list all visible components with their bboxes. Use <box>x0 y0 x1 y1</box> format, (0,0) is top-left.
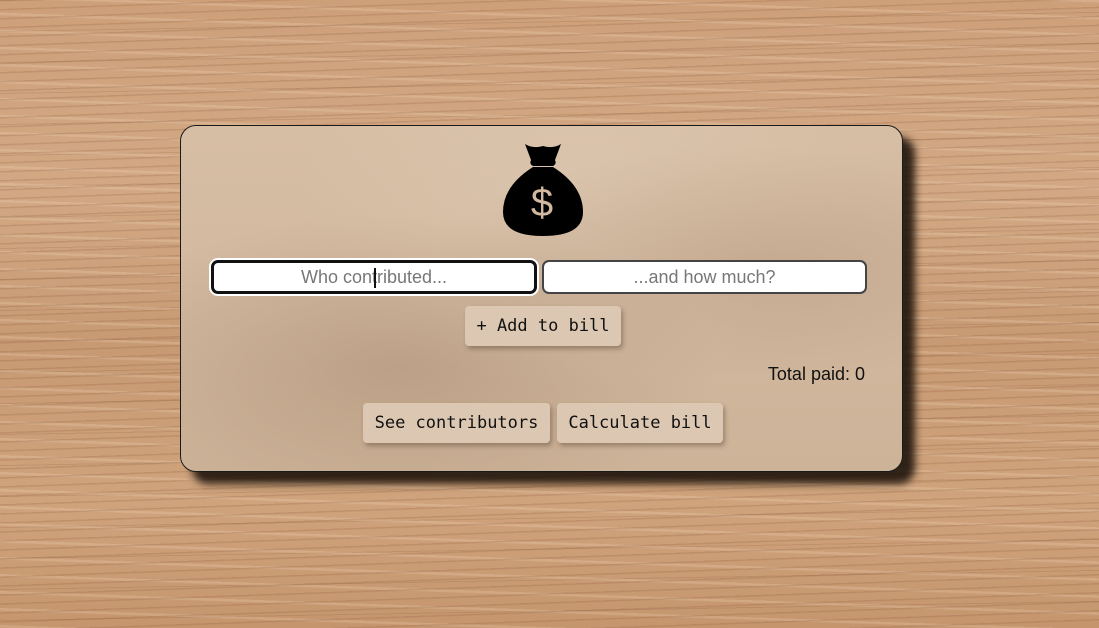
text-cursor <box>374 268 376 288</box>
money-bag-icon: $ <box>503 144 583 236</box>
calculate-bill-button[interactable]: Calculate bill <box>557 403 723 443</box>
bill-card: $ + Add to bill Total paid: 0 See contri… <box>180 125 903 472</box>
see-contributors-button[interactable]: See contributors <box>363 403 550 443</box>
contribution-amount-input[interactable] <box>542 260 867 294</box>
dollar-symbol: $ <box>531 181 553 225</box>
add-to-bill-button[interactable]: + Add to bill <box>465 306 621 346</box>
total-paid-label: Total paid: 0 <box>767 364 865 384</box>
